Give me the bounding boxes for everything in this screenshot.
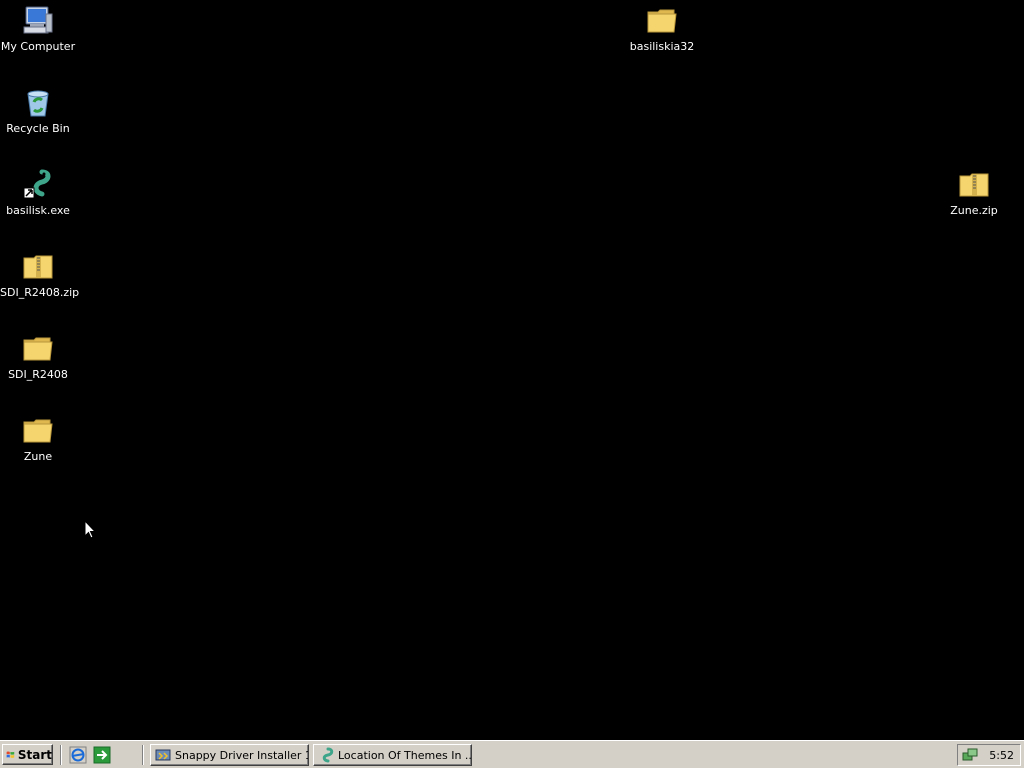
desktop-icon-recycle-bin[interactable]: Recycle Bin <box>0 84 76 135</box>
basilisk-app-icon <box>23 169 51 199</box>
desktop-icon-label: Zune.zip <box>950 204 998 217</box>
mouse-pointer-icon <box>84 520 96 539</box>
windows-logo-icon <box>6 751 15 758</box>
internet-explorer-icon[interactable] <box>69 746 87 764</box>
my-computer-icon <box>23 6 53 34</box>
desktop-icon-label: Zune <box>23 450 53 463</box>
desktop-icon-basiliskia32[interactable]: basiliskia32 <box>624 2 700 53</box>
basilisk-app-icon <box>322 747 334 763</box>
desktop-icon-my-computer[interactable]: My Computer <box>0 2 76 53</box>
desktop-icon-label: SDI_R2408 <box>8 368 68 381</box>
desktop-icon-sdi-folder[interactable]: SDI_R2408 <box>0 330 76 381</box>
desktop: My Computer Recycle Bin basilisk.exe SDI… <box>0 0 1024 740</box>
task-button-snappy-driver[interactable]: Snappy Driver Installer 1... <box>150 744 309 766</box>
task-button-label: Location Of Themes In ... <box>338 748 472 762</box>
desktop-icon-label: SDI_R2408.zip <box>0 286 80 299</box>
desktop-icon-label: Recycle Bin <box>6 122 70 135</box>
desktop-icon-label: My Computer <box>0 40 76 53</box>
folder-icon <box>23 419 53 443</box>
show-desktop-icon[interactable] <box>93 746 111 764</box>
system-tray: 5:52 <box>957 744 1021 766</box>
desktop-icon-basilisk[interactable]: basilisk.exe <box>0 166 76 217</box>
taskbar: Start Snappy Driver Installer 1... Locat… <box>0 740 1024 768</box>
clock[interactable]: 5:52 <box>989 749 1014 762</box>
taskbar-separator <box>142 745 144 765</box>
task-button-basilisk[interactable]: Location Of Themes In ... <box>313 744 472 766</box>
zip-folder-icon <box>959 173 989 197</box>
network-tray-icon[interactable] <box>962 747 978 763</box>
desktop-icon-label: basiliskia32 <box>629 40 695 53</box>
desktop-icon-label: basilisk.exe <box>6 204 70 217</box>
snappy-driver-icon <box>155 749 171 761</box>
start-label: Start <box>17 747 52 762</box>
desktop-icon-sdi-zip[interactable]: SDI_R2408.zip <box>0 248 80 299</box>
taskbar-separator <box>60 745 62 765</box>
recycle-bin-icon <box>27 90 49 117</box>
zip-folder-icon <box>23 255 53 279</box>
task-button-label: Snappy Driver Installer 1... <box>175 748 309 762</box>
folder-icon <box>647 9 677 33</box>
start-button[interactable]: Start <box>2 744 53 765</box>
desktop-icon-zune-zip[interactable]: Zune.zip <box>936 166 1012 217</box>
folder-icon <box>23 337 53 361</box>
desktop-icon-zune-folder[interactable]: Zune <box>0 412 76 463</box>
